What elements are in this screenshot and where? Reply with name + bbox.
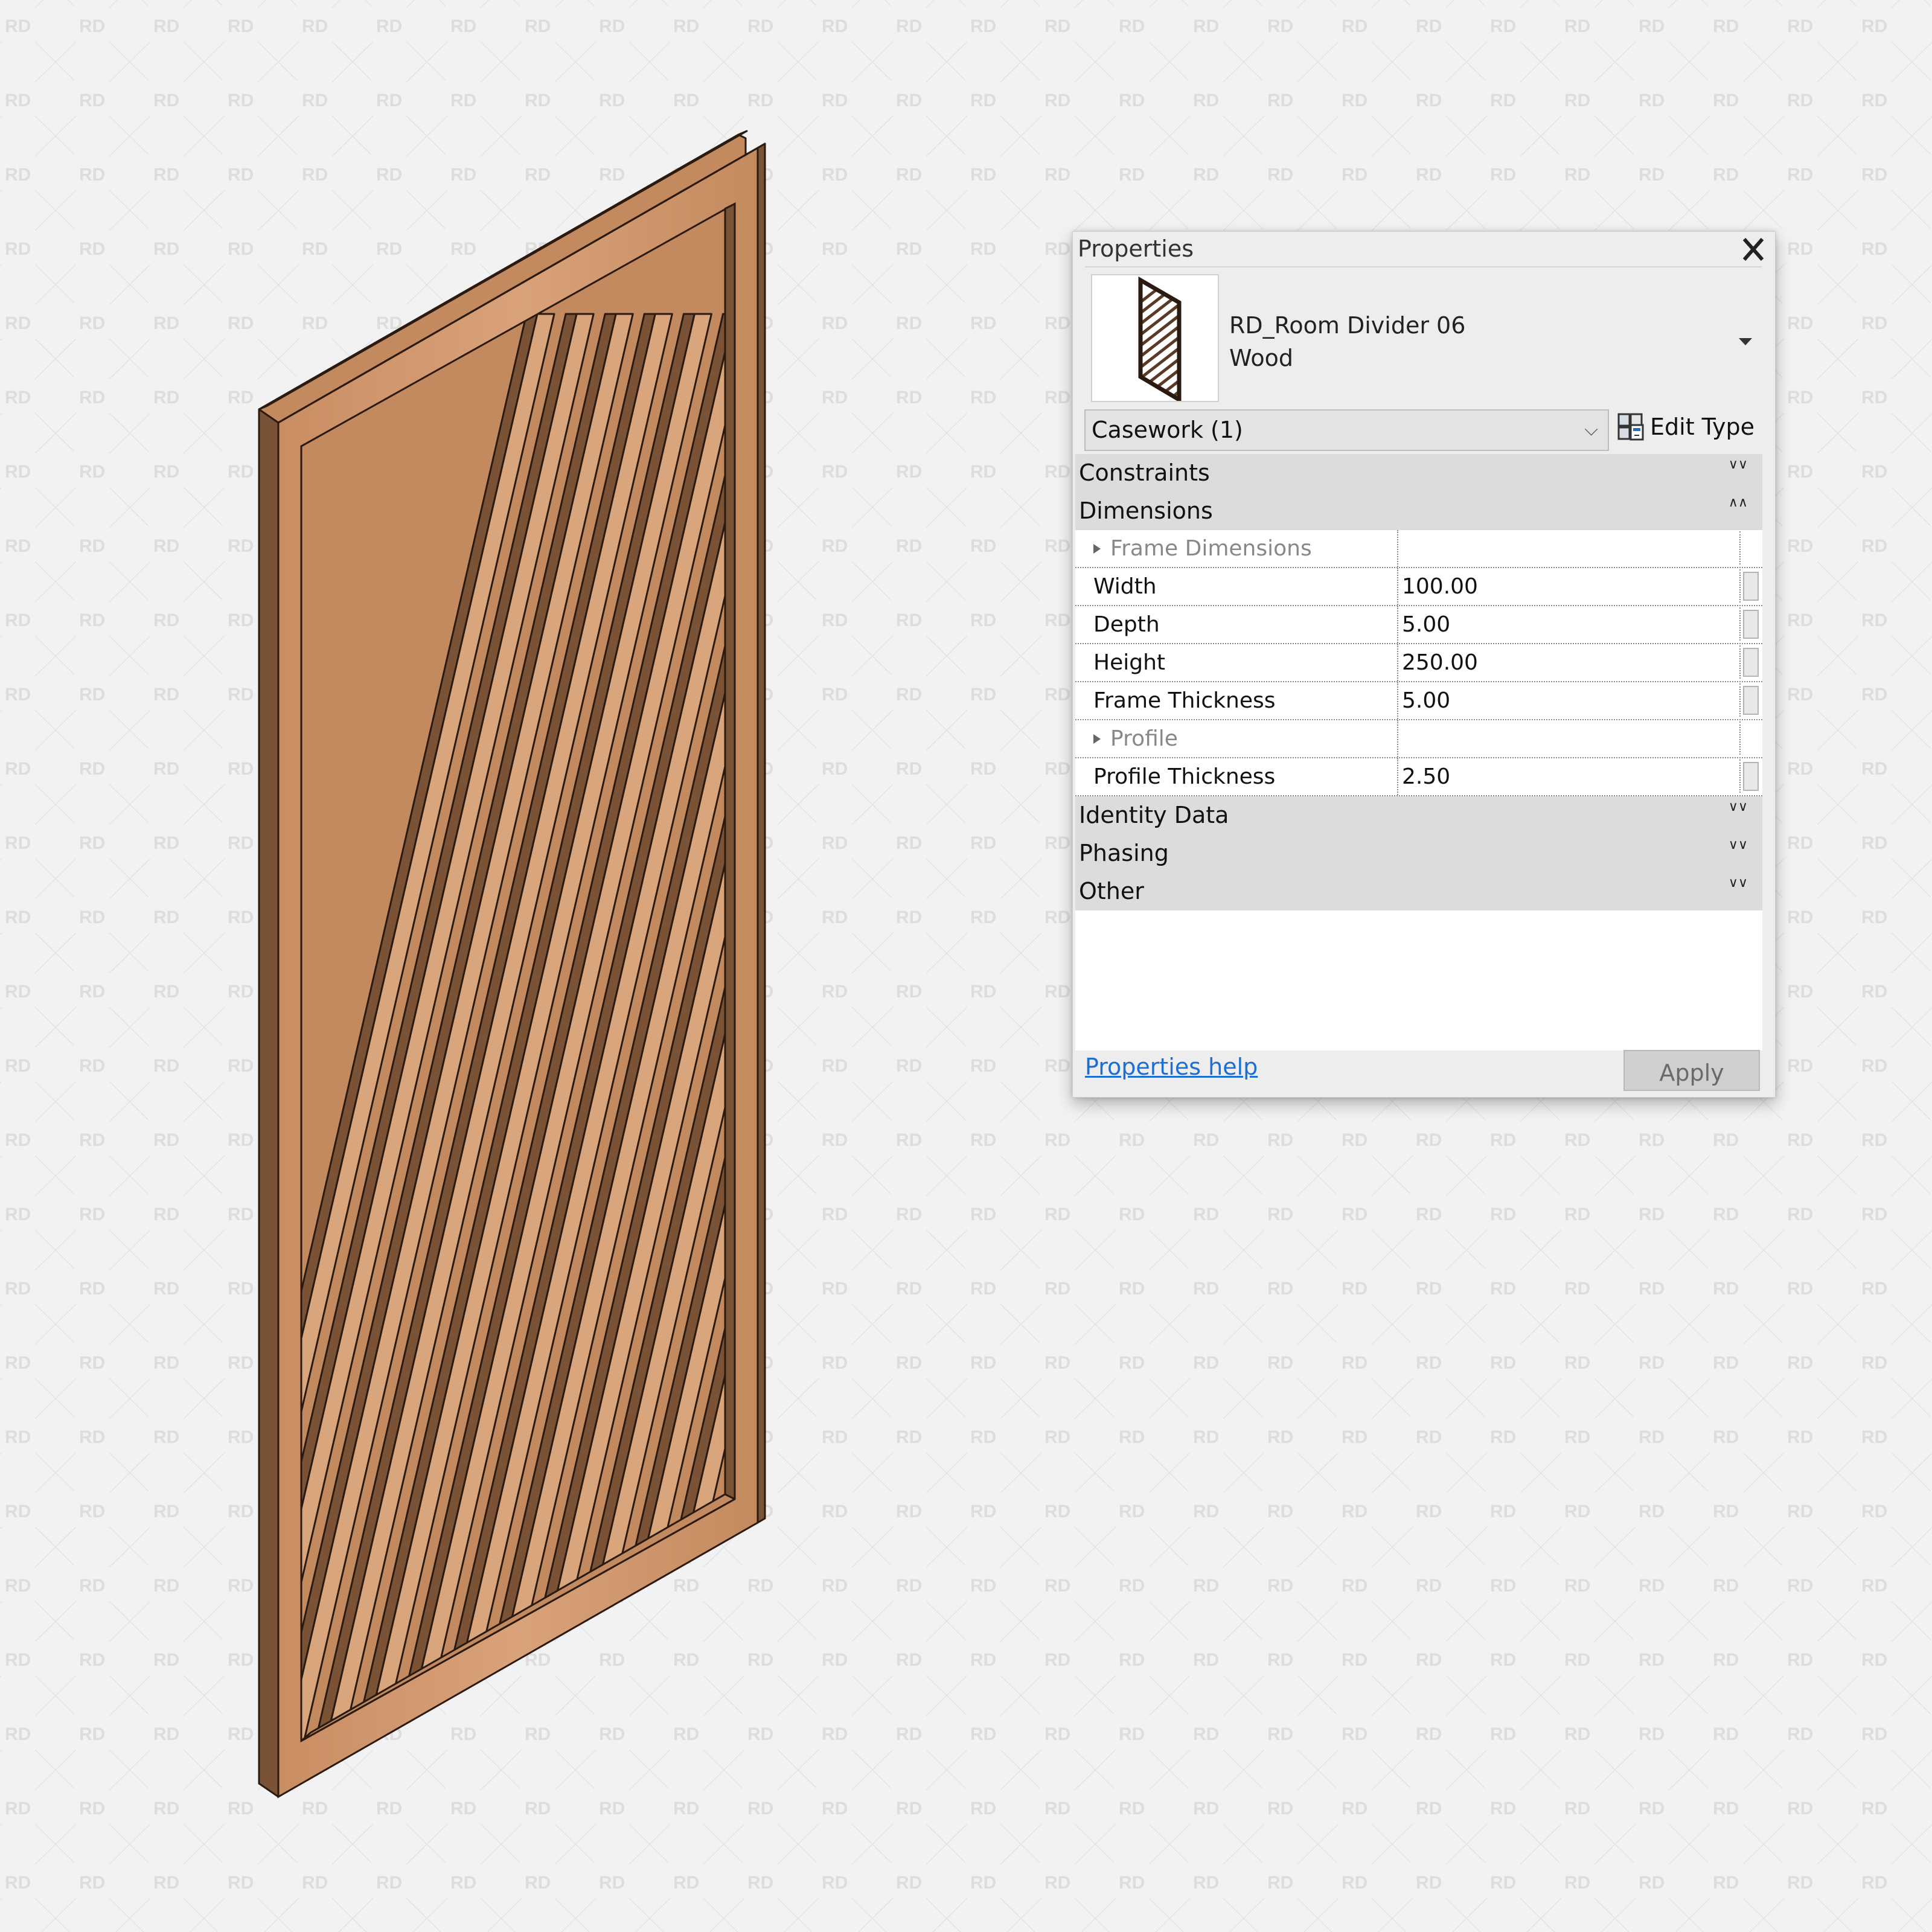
type-name: RD_Room Divider 06 Wood <box>1229 309 1465 374</box>
front-frame-right-edge <box>756 142 766 1524</box>
expand-triangle-icon[interactable] <box>1093 544 1101 554</box>
associate-cell <box>1739 569 1760 603</box>
expand-triangle-icon[interactable] <box>1093 734 1101 744</box>
param-name: Width <box>1093 574 1157 599</box>
category-filter-dropdown[interactable]: Casework (1) ⌵ <box>1084 409 1609 451</box>
frame-thickness-value-field[interactable]: 5.00 <box>1397 682 1717 719</box>
group-identity-data[interactable]: Identity Data ∨∨ <box>1075 796 1762 834</box>
category-filter-value: Casework (1) <box>1092 417 1243 443</box>
panel-title: Properties <box>1078 235 1194 262</box>
param-name: Depth <box>1093 612 1160 637</box>
param-value <box>1397 530 1717 567</box>
room-divider-3d-view[interactable] <box>0 0 845 1872</box>
back-frame-side-edge <box>258 408 280 1798</box>
param-name: Frame Thickness <box>1093 688 1276 713</box>
associate-cell <box>1739 760 1760 793</box>
associate-cell <box>1739 607 1760 641</box>
properties-grid: Constraints ∨∨ Dimensions ∧∧ Frame Dimen… <box>1075 454 1762 910</box>
profile-thickness-value-field[interactable]: 2.50 <box>1397 758 1717 795</box>
expand-icon[interactable]: ∨∨ <box>1729 453 1748 477</box>
param-name: Frame Dimensions <box>1110 536 1312 561</box>
associate-parameter-button[interactable] <box>1743 762 1759 791</box>
inner-reveal-right <box>724 203 736 1500</box>
family-name: RD_Room Divider 06 <box>1229 312 1466 339</box>
group-label: Other <box>1079 878 1144 904</box>
edit-type-icon <box>1617 413 1644 441</box>
group-label: Dimensions <box>1079 497 1213 524</box>
subgroup-frame-dimensions[interactable]: Frame Dimensions <box>1075 530 1762 568</box>
associate-parameter-button[interactable] <box>1743 572 1759 601</box>
param-row-depth: Depth 5.00 <box>1075 606 1762 644</box>
type-thumbnail <box>1091 274 1219 404</box>
type-dropdown-arrow-icon[interactable] <box>1739 338 1752 345</box>
param-value <box>1397 720 1717 757</box>
param-row-height: Height 250.00 <box>1075 644 1762 682</box>
close-button[interactable] <box>1740 234 1767 264</box>
param-row-frame-thickness: Frame Thickness 5.00 <box>1075 682 1762 720</box>
param-row-width: Width 100.00 <box>1075 568 1762 606</box>
expand-icon[interactable]: ∨∨ <box>1729 833 1748 857</box>
expand-icon[interactable]: ∨∨ <box>1729 795 1748 819</box>
close-icon <box>1742 238 1764 261</box>
collapse-icon[interactable]: ∧∧ <box>1729 491 1748 515</box>
height-value-field[interactable]: 250.00 <box>1397 644 1717 681</box>
param-row-profile-thickness: Profile Thickness 2.50 <box>1075 758 1762 796</box>
properties-help-link[interactable]: Properties help <box>1085 1054 1258 1080</box>
associate-cell <box>1739 721 1760 755</box>
depth-value-field[interactable]: 5.00 <box>1397 606 1717 643</box>
group-label: Constraints <box>1079 459 1210 486</box>
properties-palette: Properties RD_Room Divider 06 Wood Casew… <box>1072 231 1776 1098</box>
type-label: Wood <box>1229 345 1293 371</box>
apply-button[interactable]: Apply <box>1623 1050 1760 1091</box>
edit-type-button[interactable]: Edit Type <box>1617 407 1754 447</box>
panel-footer: Properties help Apply <box>1073 1038 1775 1097</box>
edit-type-label: Edit Type <box>1650 414 1754 440</box>
associate-cell <box>1739 645 1760 679</box>
expand-icon[interactable]: ∨∨ <box>1729 871 1748 895</box>
param-name: Profile <box>1110 726 1178 751</box>
group-constraints[interactable]: Constraints ∨∨ <box>1075 454 1762 492</box>
subgroup-profile[interactable]: Profile <box>1075 720 1762 758</box>
associate-cell <box>1739 531 1760 565</box>
type-selector[interactable]: RD_Room Divider 06 Wood <box>1084 272 1762 409</box>
associate-parameter-button[interactable] <box>1743 648 1759 677</box>
group-label: Phasing <box>1079 840 1169 866</box>
param-name: Height <box>1093 650 1166 675</box>
chevron-down-icon: ⌵ <box>1584 419 1598 440</box>
group-dimensions[interactable]: Dimensions ∧∧ <box>1075 492 1762 530</box>
associate-cell <box>1739 683 1760 717</box>
associate-parameter-button[interactable] <box>1743 686 1759 715</box>
title-separator <box>1085 266 1762 267</box>
room-divider-thumbnail-icon <box>1138 276 1182 404</box>
width-value-field[interactable]: 100.00 <box>1397 568 1717 605</box>
param-name: Profile Thickness <box>1093 764 1276 789</box>
group-phasing[interactable]: Phasing ∨∨ <box>1075 834 1762 872</box>
group-other[interactable]: Other ∨∨ <box>1075 872 1762 910</box>
associate-parameter-button[interactable] <box>1743 610 1759 639</box>
group-label: Identity Data <box>1079 802 1229 828</box>
